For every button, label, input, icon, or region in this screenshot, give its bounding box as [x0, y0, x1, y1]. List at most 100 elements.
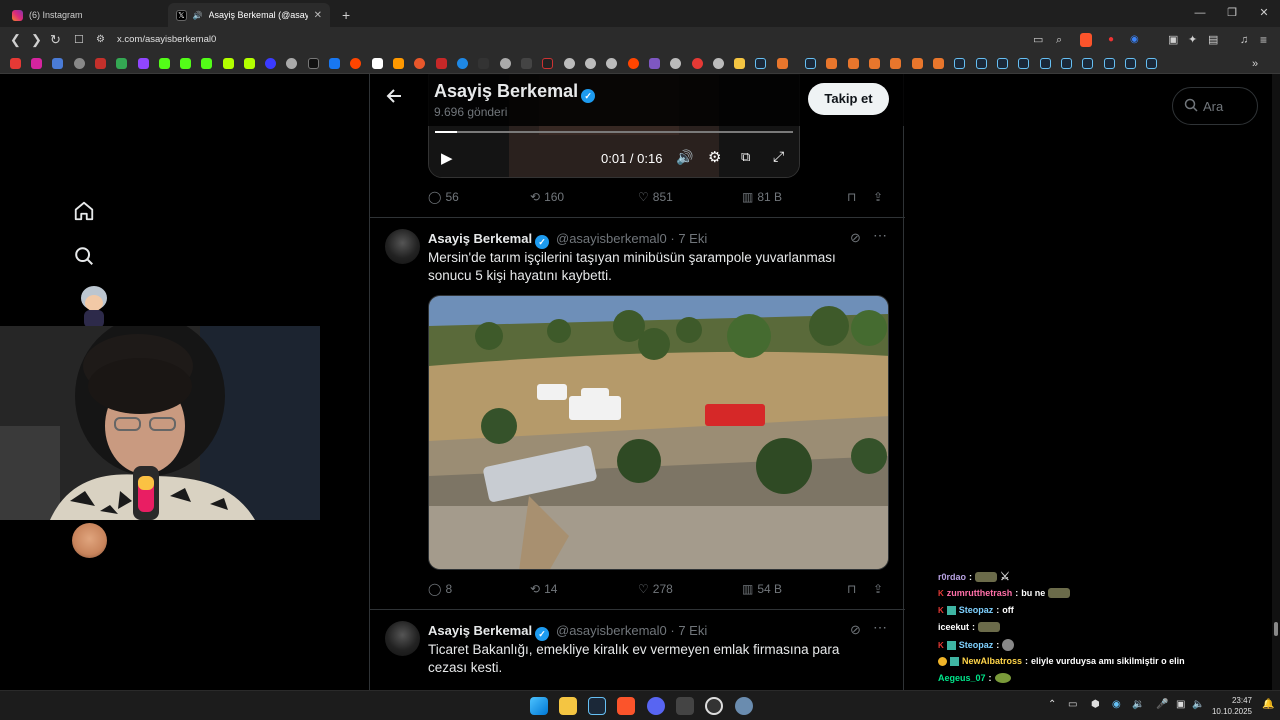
picture-in-picture-icon[interactable]: ⧉ — [741, 149, 750, 165]
tray-app-icon[interactable]: ⬢ — [1091, 699, 1100, 710]
steam-bookmark-icon[interactable] — [1018, 58, 1029, 69]
views-button[interactable]: ▥ 54 B — [742, 582, 782, 596]
more-bookmarks-icon[interactable]: » — [1252, 56, 1258, 72]
network-icon[interactable]: ▣ — [1176, 699, 1185, 710]
steam-bookmark-icon[interactable] — [805, 58, 816, 69]
bookmark-icon[interactable] — [372, 58, 383, 69]
tweet-photo[interactable] — [428, 295, 889, 570]
reddit-bookmark-icon[interactable] — [628, 58, 639, 69]
bookmark-icon[interactable] — [564, 58, 575, 69]
bookmark-icon[interactable] — [933, 58, 944, 69]
bookmark-page-icon[interactable]: ☐ — [74, 32, 84, 48]
bookmark-icon[interactable] — [670, 58, 681, 69]
steam-bookmark-icon[interactable] — [1146, 58, 1157, 69]
repost-button[interactable]: ⟲ 14 — [530, 582, 557, 596]
steam-bookmark-icon[interactable] — [1082, 58, 1093, 69]
app-icon[interactable] — [676, 697, 694, 715]
tab-x-profile[interactable]: 𝕏 🔊 Asayiş Berkemal (@asayisberi ✕ — [168, 3, 330, 27]
bookmark-icon[interactable] — [52, 58, 63, 69]
video-progress-track[interactable] — [435, 131, 793, 133]
tab-instagram[interactable]: (6) Instagram — [4, 3, 166, 27]
brave-browser-icon[interactable] — [617, 697, 635, 715]
reply-button[interactable]: ◯ 56 — [428, 190, 459, 204]
extension-icon[interactable]: ◉ — [1130, 32, 1139, 48]
share-button[interactable]: ⇪ — [873, 582, 883, 596]
bookmark-icon[interactable] — [414, 58, 425, 69]
bookmark-icon[interactable] — [649, 58, 660, 69]
twitch-bookmark-icon[interactable] — [138, 58, 149, 69]
bookmark-icon[interactable] — [265, 58, 276, 69]
instagram-bookmark-icon[interactable] — [31, 58, 42, 69]
bookmark-icon[interactable] — [826, 58, 837, 69]
like-button[interactable]: ♡ 278 — [638, 582, 673, 596]
steam-bookmark-icon[interactable] — [1061, 58, 1072, 69]
avatar[interactable] — [385, 229, 420, 264]
amazon-bookmark-icon[interactable] — [393, 58, 404, 69]
extension-icon[interactable]: ● — [1108, 32, 1114, 48]
fullscreen-icon[interactable]: ⤢ — [773, 148, 784, 165]
close-tab-icon[interactable]: ✕ — [314, 10, 322, 21]
youtube-bookmark-icon[interactable] — [10, 58, 21, 69]
kick-bookmark-icon[interactable] — [159, 58, 170, 69]
back-arrow-icon[interactable] — [386, 88, 402, 109]
bookmark-button[interactable]: ⊓ — [847, 582, 856, 596]
menu-icon[interactable]: ≡ — [1260, 32, 1267, 48]
bookmark-icon[interactable] — [223, 58, 234, 69]
cast-icon[interactable]: ▭ — [1033, 32, 1043, 48]
file-explorer-icon[interactable] — [559, 697, 577, 715]
notification-bell-icon[interactable]: 🔔 — [1262, 699, 1274, 710]
grok-explain-icon[interactable]: ⊘ — [850, 622, 861, 638]
more-options-icon[interactable]: ⋯ — [873, 619, 887, 636]
bookmark-icon[interactable] — [713, 58, 724, 69]
tweet-author[interactable]: Asayiş Berkemal ✓ — [428, 231, 550, 249]
discord-icon[interactable] — [647, 697, 665, 715]
extensions-puzzle-icon[interactable]: ✦ — [1188, 32, 1197, 48]
steam-bookmark-icon[interactable] — [976, 58, 987, 69]
reload-icon[interactable]: ↻ — [50, 32, 61, 48]
media-icon[interactable]: ♫ — [1240, 32, 1248, 48]
close-window-icon[interactable]: ✕ — [1248, 0, 1280, 27]
steam-bookmark-icon[interactable] — [1104, 58, 1115, 69]
kick-bookmark-icon[interactable] — [180, 58, 191, 69]
avatar[interactable] — [385, 621, 420, 656]
page-scrollbar[interactable] — [1272, 74, 1280, 690]
tweet-handle[interactable]: @asayisberkemal0 · 7 Eki — [556, 623, 707, 638]
play-icon[interactable]: ▶ — [441, 149, 453, 167]
wallet-icon[interactable]: ▤ — [1208, 32, 1218, 48]
steam-bookmark-icon[interactable] — [1040, 58, 1051, 69]
bookmark-button[interactable]: ⊓ — [847, 190, 856, 204]
volume-tray-icon[interactable]: 🔈 — [1192, 699, 1204, 710]
brave-shield-icon[interactable] — [1080, 33, 1092, 47]
steam-icon[interactable] — [588, 697, 606, 715]
x-bookmark-icon[interactable] — [308, 58, 319, 69]
battery-icon[interactable]: ▭ — [1068, 699, 1077, 710]
steam-bookmark-icon[interactable] — [997, 58, 1008, 69]
volume-icon[interactable]: 🔊 — [676, 149, 693, 166]
share-button[interactable]: ⇪ — [873, 190, 883, 204]
grok-explain-icon[interactable]: ⊘ — [850, 230, 861, 246]
reddit-bookmark-icon[interactable] — [350, 58, 361, 69]
back-icon[interactable]: ❮ — [10, 32, 21, 48]
minimize-icon[interactable]: — — [1184, 0, 1216, 27]
bookmark-icon[interactable] — [457, 58, 468, 69]
bookmark-icon[interactable] — [869, 58, 880, 69]
gmail-bookmark-icon[interactable] — [95, 58, 106, 69]
maximize-icon[interactable]: ❐ — [1216, 0, 1248, 27]
scrollbar-thumb[interactable] — [1274, 622, 1278, 636]
bookmark-icon[interactable] — [777, 58, 788, 69]
settings-gear-icon[interactable]: ⚙ — [708, 148, 721, 166]
zoom-icon[interactable]: ⌕ — [1056, 32, 1062, 48]
bookmark-icon[interactable] — [436, 58, 447, 69]
follow-button[interactable]: Takip et — [808, 83, 889, 115]
bookmark-icon[interactable] — [890, 58, 901, 69]
windows-start-icon[interactable] — [530, 697, 548, 715]
steam-tray-icon[interactable]: ◉ — [1112, 699, 1121, 710]
bookmark-icon[interactable] — [74, 58, 85, 69]
steam-bookmark-icon[interactable] — [1125, 58, 1136, 69]
repost-button[interactable]: ⟲ 160 — [530, 190, 564, 204]
tweet-handle[interactable]: @asayisberkemal0 · 7 Eki — [556, 231, 707, 246]
bookmark-icon[interactable] — [521, 58, 532, 69]
bookmark-icon[interactable] — [912, 58, 923, 69]
system-clock[interactable]: 23:47 10.10.2025 — [1212, 695, 1252, 717]
tray-chevron-icon[interactable]: ⌃ — [1048, 699, 1056, 710]
